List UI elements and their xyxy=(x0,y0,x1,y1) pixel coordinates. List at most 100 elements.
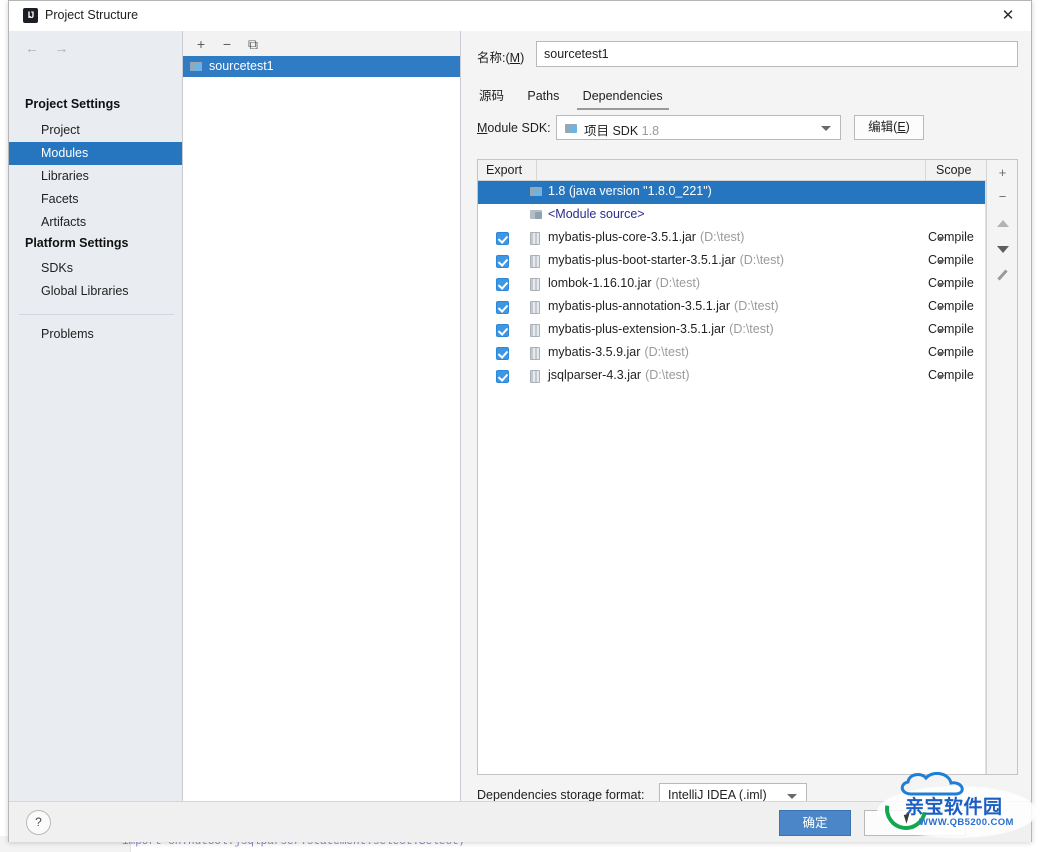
dependency-name: mybatis-plus-extension-3.5.1.jar xyxy=(548,322,726,336)
column-header-export: Export xyxy=(486,163,523,177)
dependency-name: mybatis-plus-core-3.5.1.jar xyxy=(548,230,696,244)
tab-dependencies[interactable]: Dependencies xyxy=(573,85,673,110)
table-row[interactable]: mybatis-plus-extension-3.5.1.jar (D:\test… xyxy=(478,319,987,342)
dependency-path: (D:\test) xyxy=(644,345,689,359)
modules-toolbar: + − ⧉ xyxy=(183,31,460,56)
module-editor-panel: 名称:(M) 源码 Paths Dependencies Module SDK:… xyxy=(461,31,1031,807)
remove-module-button[interactable]: − xyxy=(216,34,238,55)
export-checkbox[interactable] xyxy=(496,324,509,337)
jar-icon xyxy=(530,324,540,340)
jar-icon xyxy=(530,255,540,271)
dependency-path: (D:\test) xyxy=(655,276,700,290)
chevron-down-icon[interactable] xyxy=(937,329,945,333)
tab-sources[interactable]: 源码 xyxy=(469,81,514,111)
export-checkbox[interactable] xyxy=(496,347,509,360)
dependency-name: mybatis-plus-boot-starter-3.5.1.jar xyxy=(548,253,736,267)
dependency-name: lombok-1.16.10.jar xyxy=(548,276,652,290)
sidebar-item-modules[interactable]: Modules xyxy=(9,142,182,165)
export-checkbox[interactable] xyxy=(496,278,509,291)
export-checkbox[interactable] xyxy=(496,301,509,314)
chevron-down-icon[interactable] xyxy=(937,260,945,264)
sidebar-item-libraries[interactable]: Libraries xyxy=(9,165,182,188)
remove-dependency-button[interactable]: − xyxy=(991,186,1014,208)
settings-sidebar: ← → Project Settings Project Modules Lib… xyxy=(9,31,183,801)
sidebar-group-project-settings: Project Settings xyxy=(25,97,121,111)
storage-format-label: Dependencies storage format: xyxy=(477,788,645,802)
table-row[interactable]: mybatis-plus-annotation-3.5.1.jar (D:\tes… xyxy=(478,296,987,319)
dialog-body: ← → Project Settings Project Modules Lib… xyxy=(9,31,1031,807)
module-tabs: 源码 Paths Dependencies xyxy=(469,81,1031,111)
table-row[interactable]: lombok-1.16.10.jar (D:\test) Compile xyxy=(478,273,987,296)
dialog-footer: ? 确定 xyxy=(9,801,1031,842)
help-button[interactable]: ? xyxy=(26,810,51,835)
table-row[interactable]: jsqlparser-4.3.jar (D:\test) Compile xyxy=(478,365,987,388)
dependency-name: mybatis-plus-annotation-3.5.1.jar xyxy=(548,299,731,313)
dialog-titlebar: IJ Project Structure ✕ xyxy=(9,1,1031,32)
module-name-label: 名称:(M) xyxy=(477,51,525,65)
module-source-icon xyxy=(530,209,543,223)
dependencies-table: Export Scope 1.8 (java version "1.8.0_22… xyxy=(477,159,1018,775)
jar-icon xyxy=(530,301,540,317)
dependency-path: (D:\test) xyxy=(645,368,690,382)
sidebar-item-problems[interactable]: Problems xyxy=(9,323,182,346)
sidebar-item-global-libraries[interactable]: Global Libraries xyxy=(9,280,182,303)
dependencies-row-list: 1.8 (java version "1.8.0_221") <Module s… xyxy=(478,181,987,774)
back-arrow-icon[interactable]: ← xyxy=(19,37,45,59)
dependency-name: 1.8 (java version "1.8.0_221") xyxy=(548,184,712,198)
module-sdk-row: Module SDK: 项目 SDK 1.8 编辑(E) xyxy=(461,115,1031,143)
sidebar-item-artifacts[interactable]: Artifacts xyxy=(9,211,182,234)
cancel-button[interactable] xyxy=(864,810,966,836)
module-sdk-label: Module SDK: xyxy=(477,121,551,135)
dialog-title: Project Structure xyxy=(45,8,139,22)
module-name-row: 名称:(M) xyxy=(461,41,1031,71)
arrow-down-icon xyxy=(996,246,1009,254)
table-row[interactable]: <Module source> xyxy=(478,204,987,227)
forward-arrow-icon[interactable]: → xyxy=(48,37,74,59)
pencil-icon xyxy=(997,270,1009,282)
close-icon[interactable]: ✕ xyxy=(985,1,1031,31)
export-checkbox[interactable] xyxy=(496,255,509,268)
jar-icon xyxy=(530,278,540,294)
move-down-button[interactable] xyxy=(991,238,1014,260)
chevron-down-icon[interactable] xyxy=(937,375,945,379)
jar-icon xyxy=(530,232,540,248)
ok-button[interactable]: 确定 xyxy=(779,810,851,836)
chevron-down-icon[interactable] xyxy=(937,237,945,241)
dependency-path: (D:\test) xyxy=(729,322,774,336)
move-up-button[interactable] xyxy=(991,212,1014,234)
chevron-down-icon[interactable] xyxy=(937,352,945,356)
module-sdk-version: 1.8 xyxy=(641,124,660,138)
project-structure-dialog: IJ Project Structure ✕ ← → Project Setti… xyxy=(8,0,1037,842)
chevron-down-icon xyxy=(787,794,797,799)
module-tree-item-sourcetest1[interactable]: sourcetest1 xyxy=(183,56,460,77)
copy-module-button[interactable]: ⧉ xyxy=(242,34,264,55)
sidebar-item-sdks[interactable]: SDKs xyxy=(9,257,182,280)
tab-paths[interactable]: Paths xyxy=(517,85,569,110)
dependencies-table-header: Export Scope xyxy=(478,160,987,181)
storage-format-value: IntelliJ IDEA (.iml) xyxy=(668,788,767,802)
table-row[interactable]: mybatis-plus-boot-starter-3.5.1.jar (D:\t… xyxy=(478,250,987,273)
add-dependency-button[interactable]: + xyxy=(991,162,1014,184)
export-checkbox[interactable] xyxy=(496,370,509,383)
add-module-button[interactable]: + xyxy=(190,34,212,55)
dependency-path: (D:\test) xyxy=(699,230,745,244)
export-checkbox[interactable] xyxy=(496,232,509,245)
edit-dependency-button[interactable] xyxy=(991,264,1014,286)
chevron-down-icon xyxy=(821,126,831,131)
module-sdk-dropdown[interactable]: 项目 SDK 1.8 xyxy=(556,115,841,140)
sidebar-item-facets[interactable]: Facets xyxy=(9,188,182,211)
module-name-input[interactable] xyxy=(536,41,1018,67)
edit-sdk-button[interactable]: 编辑(E) xyxy=(854,115,924,140)
sidebar-divider xyxy=(19,314,174,315)
table-row[interactable]: mybatis-3.5.9.jar (D:\test) Compile xyxy=(478,342,987,365)
chevron-down-icon[interactable] xyxy=(937,306,945,310)
dependency-name: jsqlparser-4.3.jar xyxy=(548,368,642,382)
sdk-icon xyxy=(565,123,578,137)
column-header-scope: Scope xyxy=(936,163,972,177)
table-row[interactable]: 1.8 (java version "1.8.0_221") xyxy=(478,181,987,204)
arrow-up-icon xyxy=(996,220,1009,228)
sidebar-item-project[interactable]: Project xyxy=(9,119,182,142)
chevron-down-icon[interactable] xyxy=(937,283,945,287)
table-row[interactable]: mybatis-plus-core-3.5.1.jar (D:\test) Com… xyxy=(478,227,987,250)
modules-panel: + − ⧉ sourcetest1 xyxy=(183,31,461,801)
